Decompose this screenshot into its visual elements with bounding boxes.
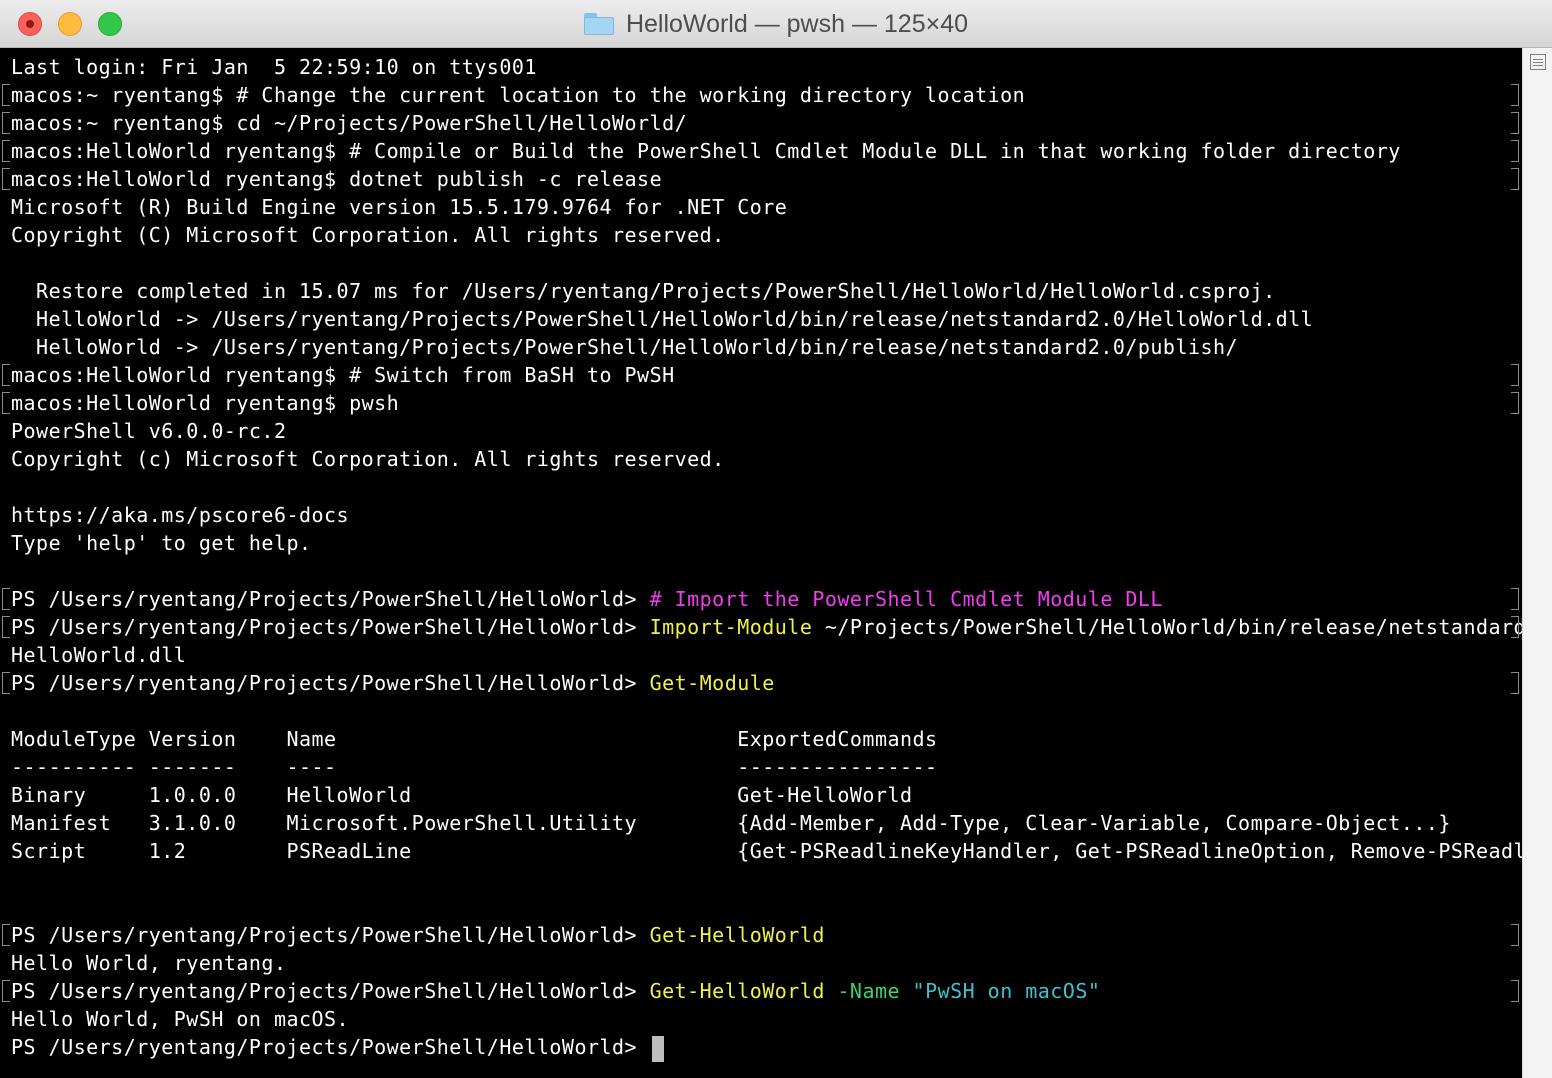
command-token: ~/Projects/PowerShell/HelloWorld/bin/rel… <box>812 615 1522 639</box>
output-line: ---------- ------- ---- ---------------- <box>11 755 938 779</box>
title-bar[interactable]: HelloWorld — pwsh — 125×40 <box>0 0 1552 48</box>
output-line: Copyright (C) Microsoft Corporation. All… <box>11 223 725 247</box>
output-line: macos:HelloWorld ryentang$ pwsh <box>11 391 400 415</box>
scrollbar[interactable] <box>1522 48 1552 1078</box>
command-token: Get-Module <box>649 671 775 695</box>
output-line: Type 'help' to get help. <box>11 531 312 555</box>
prompt-text: PS /Users/ryentang/Projects/PowerShell/H… <box>11 1035 650 1059</box>
output-line: Hello World, ryentang. <box>11 951 287 975</box>
output-line: HelloWorld -> /Users/ryentang/Projects/P… <box>11 307 1314 331</box>
command-mark-right <box>1511 616 1519 638</box>
command-mark-left <box>2 112 10 134</box>
command-token <box>900 979 913 1003</box>
command-mark-left <box>2 168 10 190</box>
output-line: PowerShell v6.0.0-rc.2 <box>11 419 287 443</box>
window-title-text: HelloWorld — pwsh — 125×40 <box>625 9 969 38</box>
command-token: Import-Module <box>649 615 813 639</box>
command-mark-left <box>2 616 10 638</box>
command-mark-right <box>1511 924 1519 946</box>
command-mark-right <box>1511 392 1519 414</box>
command-mark-left <box>2 924 10 946</box>
command-mark-left <box>2 588 10 610</box>
prompt-text: PS /Users/ryentang/Projects/PowerShell/H… <box>11 923 650 947</box>
output-line: Script 1.2 PSReadLine {Get-PSReadlineKey… <box>11 839 1522 863</box>
output-line: Copyright (c) Microsoft Corporation. All… <box>11 447 725 471</box>
command-mark-right <box>1511 84 1519 106</box>
command-mark-right <box>1511 140 1519 162</box>
prompt-text: PS /Users/ryentang/Projects/PowerShell/H… <box>11 587 650 611</box>
command-mark-left <box>2 364 10 386</box>
command-token <box>825 979 838 1003</box>
prompt-text: PS /Users/ryentang/Projects/PowerShell/H… <box>11 979 650 1003</box>
output-line: ModuleType Version Name ExportedCommands <box>11 727 938 751</box>
command-mark-left <box>2 140 10 162</box>
command-mark-right <box>1511 672 1519 694</box>
output-line: macos:HelloWorld ryentang$ # Switch from… <box>11 363 675 387</box>
output-line: macos:HelloWorld ryentang$ # Compile or … <box>11 139 1401 163</box>
command-token: "PwSH on macOS" <box>912 979 1101 1003</box>
list-icon[interactable] <box>1530 54 1546 70</box>
window-title: HelloWorld — pwsh — 125×40 <box>0 0 1552 48</box>
prompt-text: PS /Users/ryentang/Projects/PowerShell/H… <box>11 615 650 639</box>
command-token: # Import the PowerShell Cmdlet Module DL… <box>649 587 1163 611</box>
prompt-line: PS /Users/ryentang/Projects/PowerShell/H… <box>11 921 825 949</box>
prompt-line: PS /Users/ryentang/Projects/PowerShell/H… <box>11 585 1163 613</box>
command-mark-right <box>1511 168 1519 190</box>
output-line: Binary 1.0.0.0 HelloWorld Get-HelloWorld <box>11 783 913 807</box>
output-line: HelloWorld -> /Users/ryentang/Projects/P… <box>11 335 1239 359</box>
command-mark-right <box>1511 588 1519 610</box>
output-line: Last login: Fri Jan 5 22:59:10 on ttys00… <box>11 55 537 79</box>
output-line: macos:~ ryentang$ # Change the current l… <box>11 83 1026 107</box>
command-mark-left <box>2 84 10 106</box>
prompt-line: PS /Users/ryentang/Projects/PowerShell/H… <box>11 669 775 697</box>
command-token: -Name <box>837 979 901 1003</box>
command-token: Get-HelloWorld <box>649 979 825 1003</box>
command-mark-left <box>2 980 10 1002</box>
command-mark-right <box>1511 980 1519 1002</box>
output-line: Restore completed in 15.07 ms for /Users… <box>11 279 1276 303</box>
command-mark-right <box>1511 364 1519 386</box>
prompt-line: PS /Users/ryentang/Projects/PowerShell/H… <box>11 1033 664 1062</box>
output-line: HelloWorld.dll <box>11 643 187 667</box>
output-line: Hello World, PwSH on macOS. <box>11 1007 350 1031</box>
command-token: Get-HelloWorld <box>649 923 825 947</box>
command-mark-left <box>2 672 10 694</box>
output-line: Manifest 3.1.0.0 Microsoft.PowerShell.Ut… <box>11 811 1451 835</box>
command-mark-right <box>1511 112 1519 134</box>
terminal-output[interactable]: Last login: Fri Jan 5 22:59:10 on ttys00… <box>0 48 1522 1078</box>
output-line: macos:~ ryentang$ cd ~/Projects/PowerShe… <box>11 111 688 135</box>
prompt-text: PS /Users/ryentang/Projects/PowerShell/H… <box>11 671 650 695</box>
terminal-window: HelloWorld — pwsh — 125×40 Last login: F… <box>0 0 1552 1078</box>
output-line: Microsoft (R) Build Engine version 15.5.… <box>11 195 788 219</box>
prompt-line: PS /Users/ryentang/Projects/PowerShell/H… <box>11 977 1100 1005</box>
prompt-line: PS /Users/ryentang/Projects/PowerShell/H… <box>11 613 1522 641</box>
text-cursor[interactable] <box>651 1035 664 1062</box>
folder-icon <box>583 13 614 35</box>
output-line: macos:HelloWorld ryentang$ dotnet publis… <box>11 167 663 191</box>
output-line: https://aka.ms/pscore6-docs <box>11 503 350 527</box>
command-mark-left <box>2 392 10 414</box>
